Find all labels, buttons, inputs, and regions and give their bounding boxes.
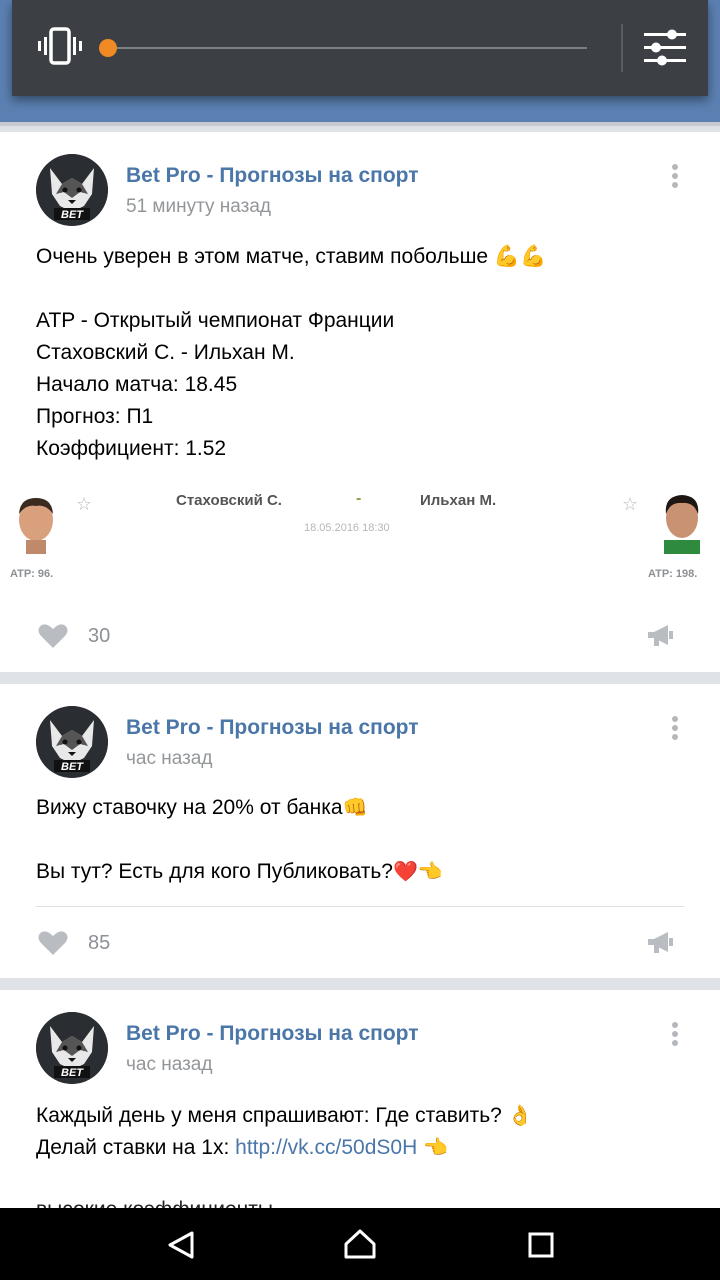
- match-player2: Ильхан М.: [420, 492, 497, 509]
- player2-rank: ATP: 198.: [648, 568, 698, 580]
- post-author[interactable]: Bet Pro - Прогнозы на спорт: [126, 1022, 419, 1046]
- favorite-star-icon: ☆: [622, 494, 639, 514]
- vibrate-icon[interactable]: [38, 26, 82, 66]
- header-shadow: [0, 122, 720, 126]
- equalizer-settings-icon[interactable]: [642, 28, 688, 68]
- like-count: 30: [88, 624, 111, 647]
- post-text-line: Коэффициент: 1.52: [36, 437, 227, 460]
- player-photo: [10, 494, 62, 554]
- post-text-line: Каждый день у меня спрашивают: Где стави…: [36, 1100, 533, 1132]
- post-text-line: Делай ставки на 1х: http://vk.cc/50dS0H …: [36, 1132, 448, 1164]
- player-photo: [656, 492, 708, 554]
- like-button[interactable]: 85: [38, 930, 110, 956]
- match-preview-image[interactable]: ☆ Стаховский С. - Ильхан М. 18.05.2016 1…: [0, 482, 720, 587]
- post-author[interactable]: Bet Pro - Прогнозы на спорт: [126, 164, 419, 188]
- post-card: BET Bet Pro - Прогнозы на спорт час наза…: [0, 990, 720, 1220]
- like-count: 85: [88, 931, 111, 954]
- svg-text:BET: BET: [61, 209, 84, 221]
- more-options-icon[interactable]: [668, 1022, 682, 1048]
- avatar[interactable]: BET: [36, 1012, 108, 1084]
- heart-pointing-emoji: ❤️👈: [393, 861, 443, 883]
- post-time: 51 минуту назад: [126, 196, 271, 217]
- post-link[interactable]: http://vk.cc/50dS0H: [235, 1136, 417, 1159]
- divider: [621, 24, 623, 72]
- post-text-line: Стаховский С. - Ильхан М.: [36, 341, 295, 364]
- favorite-star-icon: ☆: [76, 494, 93, 514]
- home-icon[interactable]: [343, 1228, 377, 1260]
- post-time: час назад: [126, 748, 213, 769]
- heart-icon: [38, 931, 68, 955]
- ok-hand-emoji: 👌: [507, 1105, 533, 1127]
- avatar[interactable]: BET: [36, 154, 108, 226]
- match-datetime: 18.05.2016 18:30: [304, 522, 390, 534]
- post-card: BET Bet Pro - Прогнозы на спорт 51 минут…: [0, 132, 720, 672]
- match-separator: -: [356, 490, 362, 507]
- navigation-bar: [0, 1208, 720, 1280]
- back-icon[interactable]: [166, 1230, 196, 1260]
- fist-emoji: 👊: [342, 797, 368, 819]
- match-player1: Стаховский С.: [176, 492, 282, 509]
- post-time: час назад: [126, 1054, 213, 1075]
- recent-apps-icon[interactable]: [528, 1232, 554, 1258]
- post-text-line: Вижу ставочку на 20% от банка👊: [36, 792, 367, 824]
- share-megaphone-icon[interactable]: [646, 624, 674, 648]
- svg-text:BET: BET: [61, 1067, 84, 1079]
- post-text-line: Прогноз: П1: [36, 405, 154, 428]
- post-text-line: Начало матча: 18.45: [36, 373, 238, 396]
- post-text-line: Вы тут? Есть для кого Публиковать?❤️👈: [36, 856, 443, 888]
- volume-slider-track[interactable]: [107, 47, 587, 49]
- post-card: BET Bet Pro - Прогнозы на спорт час наза…: [0, 684, 720, 978]
- heart-icon: [38, 624, 68, 648]
- pointing-emoji: 👈: [423, 1137, 448, 1159]
- svg-text:BET: BET: [61, 761, 84, 773]
- like-button[interactable]: 30: [38, 623, 110, 649]
- volume-panel: [12, 0, 708, 96]
- divider: [36, 906, 684, 907]
- volume-slider-thumb[interactable]: [99, 39, 117, 57]
- more-options-icon[interactable]: [668, 164, 682, 190]
- post-author[interactable]: Bet Pro - Прогнозы на спорт: [126, 716, 419, 740]
- more-options-icon[interactable]: [668, 716, 682, 742]
- avatar[interactable]: BET: [36, 706, 108, 778]
- post-text-line: Очень уверен в этом матче, ставим поболь…: [36, 245, 547, 268]
- share-megaphone-icon[interactable]: [646, 931, 674, 955]
- player1-rank: ATP: 96.: [10, 568, 54, 580]
- post-text-line: ATP - Открытый чемпионат Франции: [36, 309, 395, 332]
